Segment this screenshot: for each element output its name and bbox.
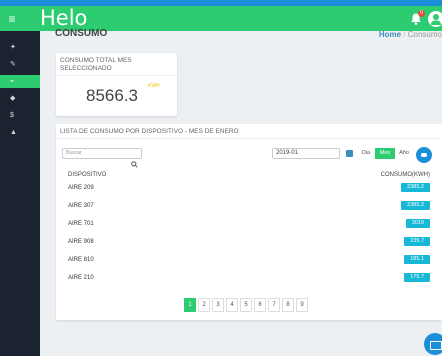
refresh-icon[interactable]	[416, 147, 432, 163]
bell-icon[interactable]: 0	[409, 10, 425, 26]
table-divider	[56, 138, 442, 139]
main-content: CONSUMO Home / Consumo CONSUMO TOTAL MES…	[40, 28, 442, 356]
kpi-unit: KWH	[148, 83, 160, 89]
table-row-device: AIRE 810	[68, 257, 94, 263]
page-button[interactable]: 1	[184, 298, 196, 312]
kpi-label: CONSUMO TOTAL MES SELECCIONADO	[60, 57, 132, 72]
table-row-value: 2385.2	[401, 201, 430, 210]
app-window: ≡ Helo 0 ✦ ✎ ⌁ ◆ $ ▲ CONSUMO Home / Cons…	[0, 0, 442, 356]
search-icon[interactable]	[131, 161, 138, 170]
user-glyph	[431, 14, 441, 25]
page-button[interactable]: 8	[282, 298, 294, 312]
page-button[interactable]: 2	[198, 298, 210, 312]
sidebar-tools-icon[interactable]: ✎	[0, 58, 40, 71]
kpi-card: CONSUMO TOTAL MES SELECCIONADO 8566.3 KW…	[56, 53, 177, 116]
page-button[interactable]: 9	[296, 298, 308, 312]
sidebar-consumo-icon[interactable]: ⌁	[0, 75, 40, 88]
period-mes-button[interactable]: Mes	[375, 148, 395, 159]
kpi-value: 8566.3	[86, 86, 138, 105]
page-button[interactable]: 5	[240, 298, 252, 312]
page-title: CONSUMO	[55, 28, 108, 39]
kpi-divider	[56, 75, 177, 76]
calendar-icon[interactable]	[346, 150, 353, 157]
breadcrumb: Home / Consumo	[379, 30, 442, 39]
date-input[interactable]: 2019-01	[272, 148, 340, 159]
search-glyph	[131, 161, 138, 168]
table-title: LISTA DE CONSUMO POR DISPOSITIVO - MES D…	[60, 128, 239, 135]
table-row-device: AIRE 701	[68, 221, 94, 227]
sidebar-bell-icon[interactable]: ▲	[0, 126, 40, 139]
table-row-device: AIRE 307	[68, 203, 94, 209]
page-button[interactable]: 3	[212, 298, 224, 312]
mail-icon[interactable]	[424, 333, 442, 355]
sidebar-money-icon[interactable]: $	[0, 109, 40, 122]
page-button[interactable]: 6	[254, 298, 266, 312]
page-button[interactable]: 7	[268, 298, 280, 312]
page-button[interactable]: 4	[226, 298, 238, 312]
column-header-consumption: CONSUMO(KWH)	[380, 172, 430, 178]
period-dia-button[interactable]: Dia	[360, 148, 372, 159]
user-icon[interactable]	[428, 11, 442, 27]
table-row-device: AIRE 908	[68, 239, 94, 245]
search-input[interactable]: Buscar	[62, 148, 142, 159]
table-row-value: 235.7	[404, 237, 430, 246]
sidebar-tag-icon[interactable]: ◆	[0, 92, 40, 105]
table-row-device: AIRE 210	[68, 275, 94, 281]
breadcrumb-home[interactable]: Home	[379, 30, 401, 39]
sidebar: ✦ ✎ ⌁ ◆ $ ▲	[0, 31, 40, 356]
sidebar-home-icon[interactable]: ✦	[0, 41, 40, 54]
notification-badge: 0	[418, 10, 425, 17]
table-row-value: 2385.2	[401, 183, 430, 192]
table-row-device: AIRE 209	[68, 185, 94, 191]
breadcrumb-current: Consumo	[407, 30, 442, 39]
period-ano-button[interactable]: Año	[397, 148, 411, 159]
table-row-value: 3019	[405, 219, 430, 228]
table-row-value: 185.1	[404, 255, 430, 264]
column-header-device: DISPOSITIVO	[68, 172, 107, 178]
consumption-table-card: LISTA DE CONSUMO POR DISPOSITIVO - MES D…	[56, 124, 442, 320]
hamburger-icon[interactable]: ≡	[5, 12, 19, 26]
table-row-value: 175.7	[404, 273, 430, 282]
